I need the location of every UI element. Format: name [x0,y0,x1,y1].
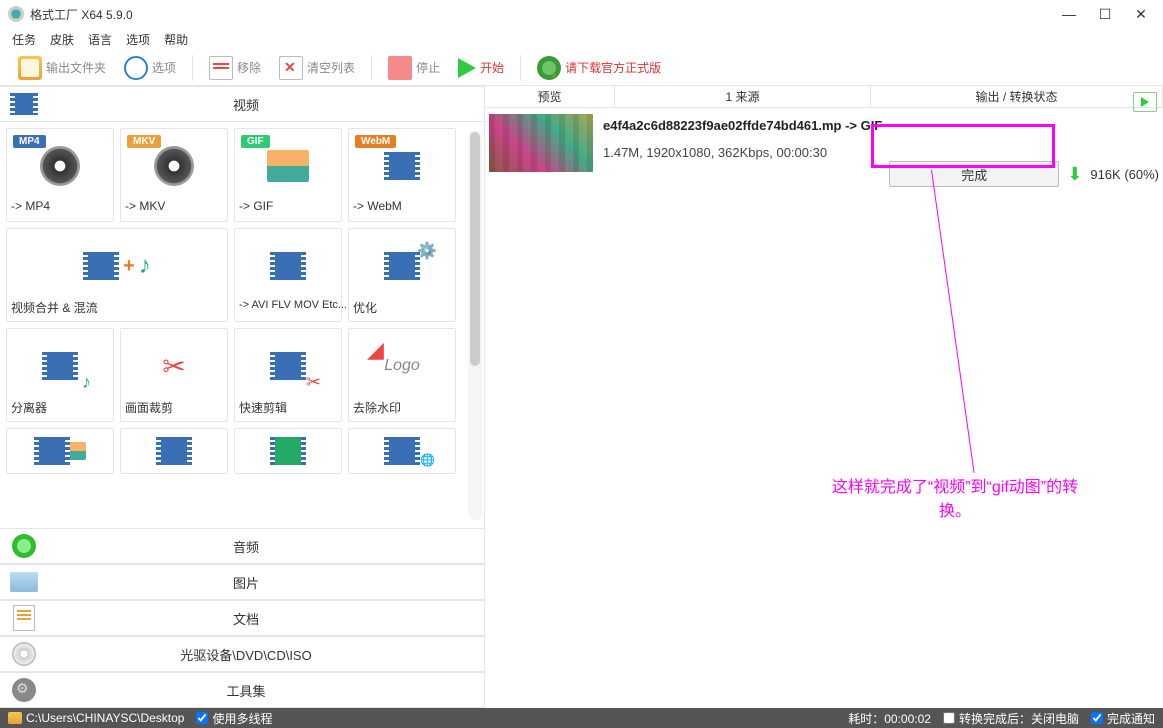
cat-image[interactable]: 图片 [0,564,484,600]
clear-icon [279,56,303,80]
window-controls: — ☐ ✕ [1051,0,1159,28]
tile-gif[interactable]: GIF-> GIF [234,128,342,222]
statusbar: C:\Users\CHINAYSC\Desktop 使用多线程 耗时：00:00… [0,708,1163,728]
annotation-text: 这样就完成了“视频”到“gif动图”的转换。 [825,476,1085,524]
tile-optimize[interactable]: ⚙️优化 [348,228,456,322]
notify-checkbox[interactable]: 完成通知 [1091,710,1155,727]
toolbar: 输出文件夹 选项 移除 清空列表 停止 开始 请下载官方正式版 [0,50,1163,86]
cat-document[interactable]: 文档 [0,600,484,636]
shutdown-after-checkbox[interactable]: 转换完成后：关闭电脑 [943,710,1079,727]
menu-option[interactable]: 选项 [126,31,150,48]
task-header: 预览 1 来源 输出 / 转换状态 [485,86,1163,108]
remove-icon [209,56,233,80]
annotation-arrow [931,170,975,473]
tile-extra-1[interactable] [6,428,114,474]
options-button[interactable]: 选项 [118,54,182,82]
globe-icon [537,56,561,80]
app-icon [8,6,24,22]
menubar: 任务 皮肤 语言 选项 帮助 [0,28,1163,50]
tile-mp4[interactable]: MP4-> MP4 [6,128,114,222]
menu-task[interactable]: 任务 [12,31,36,48]
start-button[interactable]: 开始 [452,56,510,80]
left-panel: 视频 MP4-> MP4 MKV-> MKV GIF-> GIF WebM-> … [0,86,485,708]
cat-audio[interactable]: 音频 [0,528,484,564]
cat-optical[interactable]: 光驱设备\DVD\CD\ISO [0,636,484,672]
stop-button[interactable]: 停止 [382,54,446,82]
tile-crop[interactable]: ✂画面裁剪 [120,328,228,422]
tile-mkv[interactable]: MKV-> MKV [120,128,228,222]
folder-icon [18,56,42,80]
hdr-output: 输出 / 转换状态 [871,86,1163,107]
output-folder-button[interactable]: 输出文件夹 [12,54,112,82]
task-size: 916K (60%) [1090,167,1159,182]
bottom-categories: 音频 图片 文档 光驱设备\DVD\CD\ISO 工具集 [0,528,484,708]
done-button[interactable]: 完成 [889,161,1059,187]
task-thumbnail [489,114,593,172]
minimize-button[interactable]: — [1051,0,1087,28]
hdr-preview: 预览 [485,86,615,107]
tool-icon [12,678,36,702]
scrollbar[interactable] [468,130,482,520]
disc-icon [12,642,36,666]
play-preview-button[interactable] [1133,92,1157,112]
menu-skin[interactable]: 皮肤 [50,31,74,48]
folder-icon [8,712,22,724]
arrow-down-icon: ⬇ [1067,164,1082,185]
elapsed-time: 耗时：00:00:02 [848,710,931,727]
status-path[interactable]: C:\Users\CHINAYSC\Desktop [26,711,184,725]
close-button[interactable]: ✕ [1123,0,1159,28]
main: 视频 MP4-> MP4 MKV-> MKV GIF-> GIF WebM-> … [0,86,1163,708]
tile-extra-2[interactable] [120,428,228,474]
task-fileinfo: 1.47M, 1920x1080, 362Kbps, 00:00:30 [603,137,889,160]
stop-icon [388,56,412,80]
download-link[interactable]: 请下载官方正式版 [531,54,667,82]
film-icon [10,93,38,115]
hdr-source: 1 来源 [615,86,871,107]
document-icon [13,605,35,631]
titlebar: 格式工厂 X64 5.9.0 — ☐ ✕ [0,0,1163,28]
right-panel: 预览 1 来源 输出 / 转换状态 e4f4a2c6d88223f9ae02ff… [485,86,1163,708]
tile-avi-etc[interactable]: -> AVI FLV MOV Etc... [234,228,342,322]
play-icon [458,58,476,78]
separator [520,55,521,81]
tile-extra-3[interactable] [234,428,342,474]
task-row[interactable]: e4f4a2c6d88223f9ae02ffde74bd461.mp -> GI… [485,108,1163,187]
separator [371,55,372,81]
multithread-checkbox[interactable]: 使用多线程 [196,710,272,727]
tile-fastclip[interactable]: ✂快速剪辑 [234,328,342,422]
video-grid: MP4-> MP4 MKV-> MKV GIF-> GIF WebM-> Web… [0,122,484,528]
remove-button[interactable]: 移除 [203,54,267,82]
tile-splitter[interactable]: ♪分离器 [6,328,114,422]
tile-merge[interactable]: +♪视频合并 & 混流 [6,228,228,322]
cat-toolset[interactable]: 工具集 [0,672,484,708]
tile-extra-4[interactable]: 🌐 [348,428,456,474]
clear-list-button[interactable]: 清空列表 [273,54,361,82]
menu-lang[interactable]: 语言 [88,31,112,48]
image-icon [10,572,38,592]
cat-video[interactable]: 视频 [0,86,484,122]
audio-icon [12,534,36,558]
menu-help[interactable]: 帮助 [164,31,188,48]
task-filename: e4f4a2c6d88223f9ae02ffde74bd461.mp -> GI… [603,114,1159,137]
tile-webm[interactable]: WebM-> WebM [348,128,456,222]
tile-dewatermark[interactable]: Logo◢去除水印 [348,328,456,422]
maximize-button[interactable]: ☐ [1087,0,1123,28]
separator [192,55,193,81]
gear-icon [124,56,148,80]
window-title: 格式工厂 X64 5.9.0 [30,6,133,23]
